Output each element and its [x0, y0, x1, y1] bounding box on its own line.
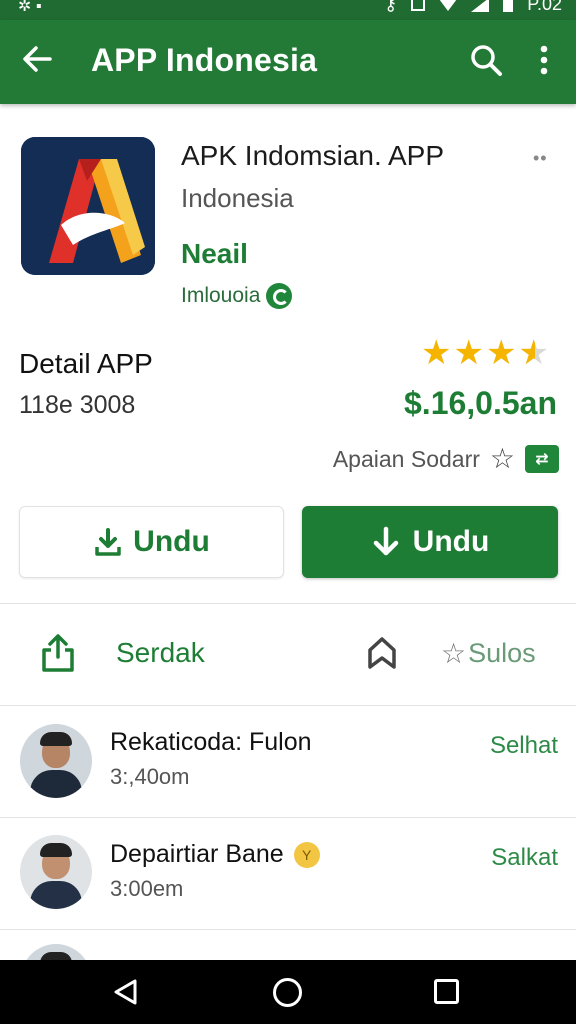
more-vert-icon[interactable]	[532, 42, 556, 78]
list-item-subtitle: 3:,40om	[110, 764, 190, 789]
search-icon[interactable]	[468, 42, 504, 78]
developer-name: Imlouoia	[181, 284, 261, 307]
share-icon[interactable]	[40, 633, 76, 673]
app-bar: APP Indonesia	[0, 20, 576, 104]
download-outline-label: Undu	[133, 525, 210, 558]
review-link[interactable]: ☆ Sulos	[441, 637, 536, 670]
status-time: P.02	[527, 0, 562, 14]
star-icon: ★	[453, 334, 484, 372]
app-name: APK Indomsian. APP	[181, 140, 445, 171]
rating-stars: ★ ★ ★ ★ ★	[421, 336, 549, 370]
app-detail-screen: ✲ ▪ ⚷ P.02 APP Indonesia APK Indomsian. …	[0, 0, 576, 1024]
star-icon: ★	[485, 334, 517, 372]
download-primary-label: Undu	[412, 525, 490, 558]
divider	[0, 603, 576, 604]
list-item-partial[interactable]	[0, 930, 576, 1018]
status-icons: ⚷ P.02	[384, 0, 562, 15]
star-outline-icon[interactable]: ☆	[490, 445, 515, 473]
avatar	[20, 835, 92, 909]
star-icon: ★	[421, 334, 452, 372]
signal-icon	[471, 0, 490, 12]
system-nav-bar	[0, 960, 576, 1024]
nav-recents-icon[interactable]	[434, 979, 459, 1004]
battery-icon	[503, 0, 514, 12]
key-icon: ⚷	[384, 0, 398, 14]
share-label[interactable]: Serdak	[116, 637, 205, 669]
half-star-icon: ★ ★	[518, 334, 549, 372]
overflow-dots-icon[interactable]: • •	[533, 148, 547, 169]
list-item[interactable]: Depairtiar Bane Y 3:00em Salkat	[0, 818, 576, 930]
app-logo-icon	[21, 137, 155, 275]
home-bookmark-icon[interactable]	[365, 636, 399, 670]
notification-icon: ✲ ▪	[18, 0, 42, 15]
shuffle-badge-icon[interactable]: ⇄	[525, 445, 559, 473]
developer-row[interactable]: Imlouoia	[181, 283, 293, 309]
list-item[interactable]: Rekaticoda: Fulon 3:,40om Selhat	[0, 706, 576, 818]
list-item-action[interactable]: Salkat	[491, 844, 558, 872]
download-primary-button[interactable]: Undu	[302, 506, 558, 578]
list-item-action[interactable]: Selhat	[490, 732, 558, 760]
detail-heading: Detail APP	[19, 348, 153, 379]
download-icon	[95, 528, 121, 556]
verified-icon	[266, 283, 293, 309]
list-item-subtitle: 3:00em	[110, 876, 184, 901]
app-size: 118e 3008	[19, 391, 136, 419]
star-outline-icon: ☆	[441, 638, 467, 669]
list-item-title: Depairtiar Bane Y	[110, 840, 320, 869]
category-row[interactable]: Apaian Sodarr ☆ ⇄	[333, 445, 559, 473]
nav-home-icon[interactable]	[273, 978, 302, 1007]
avatar	[20, 724, 92, 798]
download-arrow-icon	[373, 526, 398, 556]
status-bar: ✲ ▪ ⚷ P.02	[0, 0, 576, 20]
list-item-title: Rekaticoda: Fulon	[110, 728, 312, 756]
page-title: APP Indonesia	[91, 42, 318, 78]
app-region: Indonesia	[181, 183, 294, 213]
category-label: Apaian Sodarr	[332, 445, 480, 472]
arrow-left-icon[interactable]	[20, 42, 54, 76]
badge-icon: Y	[293, 841, 320, 868]
download-outline-button[interactable]: Undu	[19, 506, 284, 578]
install-link[interactable]: Neail	[181, 238, 248, 270]
wifi-icon	[439, 0, 458, 11]
review-label: Sulos	[468, 638, 536, 668]
cast-icon	[411, 0, 426, 11]
nav-back-icon[interactable]	[112, 978, 140, 1006]
price: $.16,0.5an	[404, 385, 557, 421]
